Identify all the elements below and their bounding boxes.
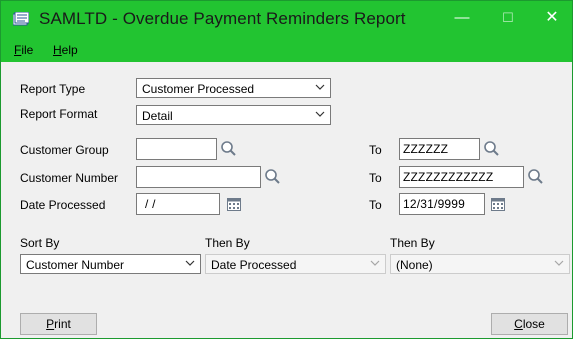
report-options-panel: Report Type Customer Processed Report Fo… — [1, 62, 572, 338]
customer-group-label: Customer Group — [20, 143, 109, 157]
report-type-select[interactable]: Customer Processed — [136, 78, 331, 98]
chevron-down-icon — [370, 260, 380, 266]
sort-by-label: Sort By — [20, 236, 60, 250]
then-by-1-select[interactable]: Date Processed — [205, 254, 386, 274]
print-accel: P — [46, 317, 55, 331]
search-icon[interactable] — [483, 140, 501, 158]
report-type-label: Report Type — [20, 82, 86, 96]
customer-group-from-input[interactable] — [136, 138, 217, 160]
close-accel: C — [514, 317, 523, 331]
menu-file-label: ile — [21, 43, 34, 57]
customer-number-to-input[interactable]: ZZZZZZZZZZZZ — [399, 166, 524, 188]
title-bar[interactable]: SAMLTD - Overdue Payment Reminders Repor… — [1, 1, 572, 38]
menu-file[interactable]: File — [14, 43, 33, 57]
then-by-1-value: Date Processed — [211, 258, 297, 272]
calendar-icon[interactable] — [489, 195, 507, 213]
app-icon — [13, 12, 29, 26]
date-processed-to-input[interactable]: 12/31/9999 — [399, 193, 485, 215]
customer-group-to-value: ZZZZZZ — [403, 142, 449, 156]
chevron-down-icon — [554, 260, 564, 266]
print-button[interactable]: Print — [20, 313, 97, 335]
calendar-icon[interactable] — [225, 195, 243, 213]
window-title: SAMLTD - Overdue Payment Reminders Repor… — [39, 9, 406, 28]
report-window: SAMLTD - Overdue Payment Reminders Repor… — [0, 0, 573, 339]
search-icon[interactable] — [264, 168, 282, 186]
date-processed-label: Date Processed — [20, 198, 106, 212]
print-label: rint — [54, 317, 71, 331]
menu-bar: File Help — [1, 38, 572, 62]
chevron-down-icon — [315, 84, 325, 90]
menu-help-accel: H — [53, 43, 62, 57]
minimize-button[interactable]: — — [449, 7, 475, 29]
customer-group-to-label: To — [369, 143, 382, 157]
menu-help-label: elp — [61, 43, 78, 57]
chevron-down-icon — [185, 260, 195, 266]
then-by-1-label: Then By — [205, 236, 250, 250]
customer-number-from-input[interactable] — [136, 166, 261, 188]
search-icon[interactable] — [220, 140, 238, 158]
report-format-value: Detail — [142, 109, 173, 123]
report-type-value: Customer Processed — [142, 82, 255, 96]
date-processed-to-label: To — [369, 198, 382, 212]
customer-number-label: Customer Number — [20, 171, 119, 185]
menu-help[interactable]: Help — [53, 43, 78, 57]
date-processed-to-value: 12/31/9999 — [403, 197, 466, 211]
search-icon[interactable] — [527, 168, 545, 186]
report-format-select[interactable]: Detail — [136, 105, 331, 125]
then-by-2-select[interactable]: (None) — [390, 254, 570, 274]
sort-by-value: Customer Number — [26, 258, 125, 272]
sort-by-select[interactable]: Customer Number — [20, 254, 201, 274]
close-button[interactable]: Close — [491, 313, 568, 335]
maximize-button[interactable]: ☐ — [495, 7, 521, 29]
then-by-2-label: Then By — [390, 236, 435, 250]
date-processed-from-input[interactable]: / / — [136, 193, 220, 215]
report-format-label: Report Format — [20, 107, 98, 121]
customer-number-to-label: To — [369, 171, 382, 185]
customer-group-to-input[interactable]: ZZZZZZ — [399, 138, 480, 160]
close-label: lose — [522, 317, 545, 331]
close-window-button[interactable]: ✕ — [539, 7, 565, 29]
chevron-down-icon — [315, 111, 325, 117]
then-by-2-value: (None) — [396, 258, 433, 272]
date-processed-from-value: / / — [145, 197, 156, 211]
customer-number-to-value: ZZZZZZZZZZZZ — [403, 170, 494, 184]
